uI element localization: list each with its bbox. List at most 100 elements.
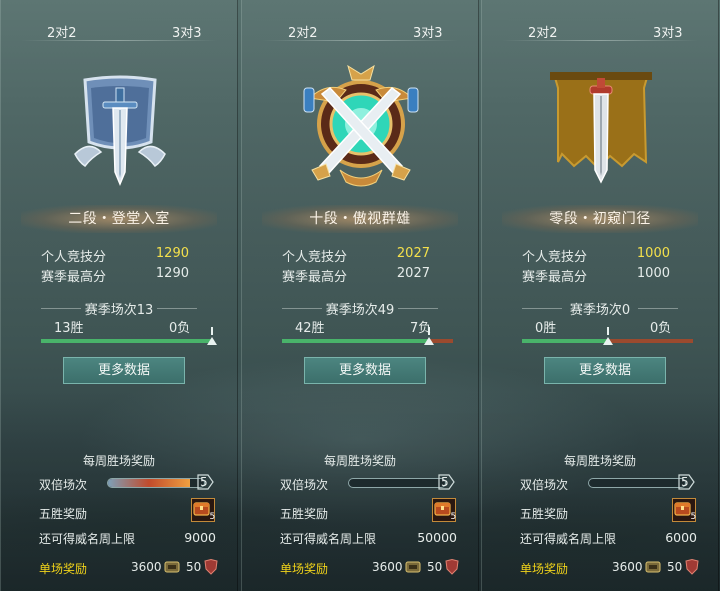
double-progress-fill	[108, 479, 190, 487]
win-bar-fill	[522, 339, 608, 343]
wins-count: 13胜	[54, 321, 84, 336]
season-high-row: 赛季最高分 1290	[41, 266, 201, 285]
fame-cap-label: 还可得威名周上限	[520, 532, 617, 546]
single-shield-amount: 50	[186, 560, 202, 574]
five-win-reward-row: 五胜奖励 5	[520, 498, 700, 523]
double-matches-count: 5	[441, 475, 449, 489]
mode-tabs: 2对2 3对3	[242, 20, 478, 41]
divider	[21, 40, 217, 41]
tab-2v2[interactable]: 2对2	[47, 22, 77, 41]
fame-cap-row: 还可得威名周上限 9000	[39, 528, 219, 548]
treasure-chest-icon[interactable]: 5	[191, 498, 215, 522]
crossed-swords-gold-emblem-icon	[296, 62, 426, 192]
rank-panel-1: 2对2 3对3 十段・傲视群雄 个人竞技分 2027 赛季最高分 2027 赛季…	[241, 0, 479, 591]
season-high-value: 1290	[155, 266, 189, 281]
divider	[502, 40, 698, 41]
weekly-reward-title: 每周胜场奖励	[82, 454, 155, 468]
mode-tabs: 2对2 3对3	[482, 20, 718, 41]
fame-cap-value: 9000	[184, 530, 216, 545]
win-loss-bar	[282, 327, 453, 345]
double-matches-progress	[107, 478, 205, 488]
losses-count: 0负	[650, 321, 672, 336]
wins-count: 0胜	[535, 321, 557, 336]
shield-badge-icon	[685, 559, 699, 575]
personal-score-label: 个人竞技分	[282, 250, 348, 265]
fame-cap-value: 6000	[665, 530, 697, 545]
double-matches-count: 5	[200, 475, 208, 489]
tab-3v3[interactable]: 3对3	[172, 22, 202, 41]
double-matches-row: 双倍场次 5	[39, 474, 219, 494]
tab-2v2[interactable]: 2对2	[528, 22, 558, 41]
wins-count: 42胜	[295, 321, 325, 336]
weekly-reward-title: 每周胜场奖励	[563, 454, 636, 468]
season-matches: 赛季场次0	[569, 303, 631, 318]
five-win-label: 五胜奖励	[39, 507, 88, 521]
personal-score-value: 1000	[636, 246, 670, 261]
single-shield-amount: 50	[667, 560, 683, 574]
personal-score-value: 1290	[155, 246, 189, 261]
rank-title: 十段・傲视群雄	[262, 205, 458, 233]
tab-3v3[interactable]: 3对3	[413, 22, 443, 41]
single-reward-row: 单场奖励 3600 50	[280, 558, 460, 578]
single-reward-label: 单场奖励	[520, 562, 569, 576]
double-matches-progress	[588, 478, 686, 488]
season-high-label: 赛季最高分	[282, 270, 348, 285]
double-matches-row: 双倍场次 5	[280, 474, 460, 494]
win-ratio-marker-icon	[423, 327, 434, 345]
fame-cap-value: 50000	[417, 530, 457, 545]
rank-panel-2: 2对2 3对3 零段・初窥门径 个人竞技分 1000 赛季最高分 1000 赛季…	[481, 0, 719, 591]
season-matches: 赛季场次13	[84, 303, 154, 318]
single-coin-amount: 3600	[131, 560, 162, 574]
double-matches-row: 双倍场次 5	[520, 474, 700, 494]
treasure-chest-icon[interactable]: 5	[672, 498, 696, 522]
tab-2v2[interactable]: 2对2	[288, 22, 318, 41]
more-data-button[interactable]: 更多数据	[544, 357, 666, 384]
tattered-banner-sword-emblem-icon	[536, 62, 666, 192]
chest-count: 5	[451, 512, 457, 522]
single-shield-amount: 50	[427, 560, 443, 574]
single-reward-label: 单场奖励	[280, 562, 329, 576]
coin-stack-icon	[405, 561, 421, 573]
personal-score-row: 个人竞技分 1000	[522, 246, 682, 265]
single-reward-row: 单场奖励 3600 50	[39, 558, 219, 578]
more-data-button[interactable]: 更多数据	[63, 357, 185, 384]
win-loss-bar	[41, 327, 217, 345]
win-bar-fill	[282, 339, 429, 343]
chest-count: 5	[691, 512, 697, 522]
five-win-label: 五胜奖励	[280, 507, 329, 521]
coin-stack-icon	[645, 561, 661, 573]
fame-cap-row: 还可得威名周上限 50000	[280, 528, 460, 548]
rank-title: 二段・登堂入室	[21, 205, 217, 233]
shield-badge-icon	[445, 559, 459, 575]
rank-panel-0: 2对2 3对3 二段・登堂入室 个人竞技分 1290 赛季最高分 1290 赛季…	[0, 0, 238, 591]
treasure-chest-icon[interactable]: 5	[432, 498, 456, 522]
five-win-reward-row: 五胜奖励 5	[39, 498, 219, 523]
season-matches: 赛季场次49	[325, 303, 395, 318]
personal-score-label: 个人竞技分	[522, 250, 588, 265]
double-matches-count: 5	[681, 475, 689, 489]
double-matches-label: 双倍场次	[39, 478, 88, 492]
divider	[262, 40, 458, 41]
personal-score-value: 2027	[396, 246, 430, 261]
single-reward-label: 单场奖励	[39, 562, 88, 576]
weekly-reward-title: 每周胜场奖励	[323, 454, 396, 468]
bronze-banner-sword-emblem-icon	[55, 62, 185, 192]
fame-cap-label: 还可得威名周上限	[280, 532, 377, 546]
fame-cap-label: 还可得威名周上限	[39, 532, 136, 546]
single-reward-row: 单场奖励 3600 50	[520, 558, 700, 578]
season-high-value: 1000	[636, 266, 670, 281]
tab-3v3[interactable]: 3对3	[653, 22, 683, 41]
mode-tabs: 2对2 3对3	[1, 20, 237, 41]
season-high-row: 赛季最高分 2027	[282, 266, 442, 285]
fame-cap-row: 还可得威名周上限 6000	[520, 528, 700, 548]
season-high-label: 赛季最高分	[522, 270, 588, 285]
season-high-label: 赛季最高分	[41, 270, 107, 285]
more-data-button[interactable]: 更多数据	[304, 357, 426, 384]
shield-badge-icon	[204, 559, 218, 575]
coin-stack-icon	[164, 561, 180, 573]
win-loss-bar	[522, 327, 693, 345]
personal-score-label: 个人竞技分	[41, 250, 107, 265]
rank-title: 零段・初窥门径	[502, 205, 698, 233]
five-win-reward-row: 五胜奖励 5	[280, 498, 460, 523]
personal-score-row: 个人竞技分 1290	[41, 246, 201, 265]
